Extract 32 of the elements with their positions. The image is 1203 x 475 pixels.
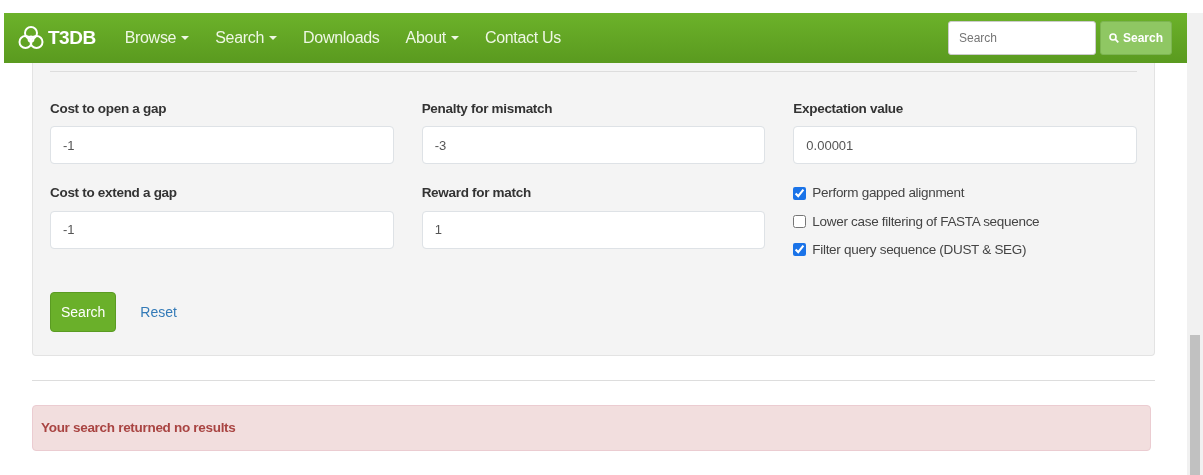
checkbox-label: Lower case filtering of FASTA sequence bbox=[812, 212, 1040, 231]
search-button[interactable]: Search bbox=[50, 292, 117, 332]
checkbox[interactable] bbox=[793, 243, 807, 257]
search-field[interactable]: Search bbox=[947, 21, 1096, 55]
search-button[interactable]: Search bbox=[1099, 21, 1172, 55]
checkbox-label: Perform gapped alignment bbox=[812, 184, 965, 203]
input-field[interactable]: 0.00001 bbox=[793, 126, 1137, 165]
field-label: Cost to extend a gap bbox=[50, 184, 178, 203]
caret-icon bbox=[269, 36, 278, 40]
input-field[interactable]: 1 bbox=[421, 210, 766, 249]
caret-icon bbox=[450, 36, 459, 40]
scrollbar[interactable] bbox=[1187, 13, 1203, 475]
nav-link[interactable]: About bbox=[392, 26, 472, 50]
field-label: Expectation value bbox=[793, 100, 905, 118]
t3db-logo[interactable]: T3DB bbox=[18, 23, 96, 53]
field-label: Reward for match bbox=[421, 184, 532, 203]
nav-link[interactable]: Search bbox=[202, 26, 291, 50]
input-field[interactable]: -1 bbox=[50, 210, 394, 249]
checkbox[interactable] bbox=[793, 215, 807, 229]
reset-link[interactable]: Reset bbox=[140, 301, 177, 323]
input-field[interactable]: -1 bbox=[50, 126, 394, 165]
nav-link[interactable]: Contact Us bbox=[471, 26, 575, 50]
search-icon bbox=[1108, 33, 1119, 43]
input-field[interactable]: -3 bbox=[421, 126, 766, 165]
caret-icon bbox=[181, 36, 190, 40]
field-label: Penalty for mismatch bbox=[421, 100, 554, 118]
checkbox-label: Filter query sequence (DUST & SEG) bbox=[812, 240, 1027, 259]
nav-link[interactable]: Browse bbox=[111, 26, 203, 50]
field-label: Cost to open a gap bbox=[50, 100, 168, 118]
no-results-alert: Your search returned no results bbox=[32, 405, 1151, 452]
checkbox[interactable] bbox=[793, 186, 807, 200]
nav-link[interactable]: Downloads bbox=[290, 26, 393, 50]
